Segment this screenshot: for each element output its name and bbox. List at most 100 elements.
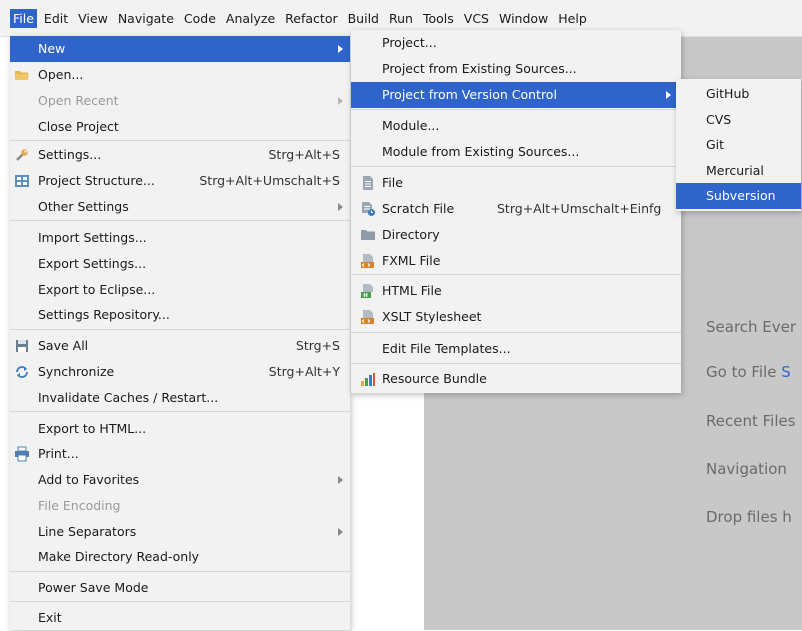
file-menu-synchronize-shortcut: Strg+Alt+Y bbox=[268, 364, 340, 379]
wrench-icon bbox=[14, 147, 30, 163]
separator bbox=[10, 220, 350, 221]
new-menu-project[interactable]: Project... bbox=[351, 30, 681, 56]
file-menu-save-all-shortcut: Strg+S bbox=[295, 338, 340, 353]
menu-run[interactable]: Run bbox=[386, 9, 416, 28]
save-icon bbox=[14, 338, 30, 354]
file-menu-new-label: New bbox=[38, 41, 66, 56]
vcs-menu-github[interactable]: GitHub bbox=[676, 81, 801, 107]
file-menu-settings[interactable]: Settings... Strg+Alt+S bbox=[10, 142, 350, 168]
file-menu-project-structure[interactable]: Project Structure... Strg+Alt+Umschalt+S bbox=[10, 168, 350, 194]
menu-edit[interactable]: Edit bbox=[41, 9, 71, 28]
menu-tools[interactable]: Tools bbox=[420, 9, 457, 28]
new-menu-directory[interactable]: Directory bbox=[351, 222, 681, 248]
vcs-menu-cvs[interactable]: CVS bbox=[676, 107, 801, 133]
file-menu-other-settings[interactable]: Other Settings bbox=[10, 194, 350, 220]
file-menu-export-settings[interactable]: Export Settings... bbox=[10, 251, 350, 277]
file-menu-save-all[interactable]: Save All Strg+S bbox=[10, 333, 350, 359]
new-menu-fxml-file[interactable]: FXML File bbox=[351, 248, 681, 274]
new-menu-project-from-version-control[interactable]: Project from Version Control bbox=[351, 82, 681, 108]
file-menu-export-to-html-label: Export to HTML... bbox=[38, 421, 147, 436]
xslt-file-icon bbox=[360, 309, 376, 325]
file-menu-exit-label: Exit bbox=[38, 610, 62, 625]
menu-build[interactable]: Build bbox=[345, 9, 382, 28]
file-menu-export-to-html[interactable]: Export to HTML... bbox=[10, 416, 350, 442]
menu-file[interactable]: File bbox=[10, 9, 37, 28]
new-menu-module-from-existing-sources[interactable]: Module from Existing Sources... bbox=[351, 139, 681, 165]
new-menu-scratch-file[interactable]: Scratch File Strg+Alt+Umschalt+Einfg bbox=[351, 196, 681, 222]
file-menu-make-directory-read-only[interactable]: Make Directory Read-only bbox=[10, 544, 350, 570]
menu-navigate[interactable]: Navigate bbox=[115, 9, 177, 28]
file-menu-power-save-mode-label: Power Save Mode bbox=[38, 580, 149, 595]
file-menu-settings-repository[interactable]: Settings Repository... bbox=[10, 302, 350, 328]
file-menu-new[interactable]: New bbox=[10, 36, 350, 62]
file-menu-close-project[interactable]: Close Project bbox=[10, 114, 350, 140]
print-icon bbox=[14, 446, 30, 462]
new-menu-project-label: Project... bbox=[382, 35, 437, 50]
file-menu-add-to-favorites[interactable]: Add to Favorites bbox=[10, 467, 350, 493]
separator bbox=[10, 329, 350, 330]
resource-bundle-icon bbox=[360, 371, 376, 387]
separator bbox=[10, 571, 350, 572]
vcs-menu-subversion-label: Subversion bbox=[706, 188, 776, 203]
file-menu-import-settings[interactable]: Import Settings... bbox=[10, 225, 350, 251]
new-menu-edit-file-templates-label: Edit File Templates... bbox=[382, 341, 511, 356]
vcs-menu-github-label: GitHub bbox=[706, 86, 750, 101]
separator bbox=[10, 601, 350, 602]
file-menu-open-recent[interactable]: Open Recent bbox=[10, 88, 350, 114]
new-menu-html-file[interactable]: H HTML File bbox=[351, 278, 681, 304]
hint-go-to-file: Go to File S bbox=[706, 363, 791, 381]
file-menu-file-encoding[interactable]: File Encoding bbox=[10, 493, 350, 519]
file-menu-print[interactable]: Print... bbox=[10, 441, 350, 467]
file-menu-export-settings-label: Export Settings... bbox=[38, 256, 147, 271]
file-menu-synchronize[interactable]: Synchronize Strg+Alt+Y bbox=[10, 359, 350, 385]
separator bbox=[351, 332, 681, 333]
file-menu-export-to-eclipse[interactable]: Export to Eclipse... bbox=[10, 277, 350, 303]
project-structure-icon bbox=[14, 173, 30, 189]
menu-window[interactable]: Window bbox=[496, 9, 551, 28]
menu-vcs[interactable]: VCS bbox=[461, 9, 492, 28]
new-menu-directory-label: Directory bbox=[382, 227, 440, 242]
vcs-menu-subversion[interactable]: Subversion bbox=[676, 183, 801, 209]
new-menu-xslt-stylesheet-label: XSLT Stylesheet bbox=[382, 309, 482, 324]
file-menu-file-encoding-label: File Encoding bbox=[38, 498, 121, 513]
new-menu-project-from-version-control-label: Project from Version Control bbox=[382, 87, 557, 102]
separator bbox=[10, 411, 350, 412]
submenu-arrow-icon bbox=[338, 97, 343, 105]
hint-recent-files: Recent Files bbox=[706, 412, 796, 430]
scratch-file-icon bbox=[360, 201, 376, 217]
separator bbox=[10, 140, 350, 141]
file-menu-other-settings-label: Other Settings bbox=[38, 199, 129, 214]
file-menu-power-save-mode[interactable]: Power Save Mode bbox=[10, 575, 350, 601]
new-menu-scratch-file-label: Scratch File bbox=[382, 201, 455, 216]
file-menu-project-structure-label: Project Structure... bbox=[38, 173, 155, 188]
fxml-file-icon bbox=[360, 253, 376, 269]
new-menu-resource-bundle[interactable]: Resource Bundle bbox=[351, 366, 681, 392]
file-menu-exit[interactable]: Exit bbox=[10, 605, 350, 631]
vcs-menu-mercurial[interactable]: Mercurial bbox=[676, 158, 801, 184]
new-menu-module-label: Module... bbox=[382, 118, 440, 133]
file-menu-line-separators[interactable]: Line Separators bbox=[10, 519, 350, 545]
file-menu-invalidate-caches[interactable]: Invalidate Caches / Restart... bbox=[10, 385, 350, 411]
menu-help[interactable]: Help bbox=[555, 9, 590, 28]
file-menu-settings-label: Settings... bbox=[38, 147, 102, 162]
folder-icon bbox=[14, 67, 30, 83]
submenu-arrow-icon bbox=[338, 476, 343, 484]
new-menu-file[interactable]: File bbox=[351, 170, 681, 196]
new-menu-project-from-existing-sources[interactable]: Project from Existing Sources... bbox=[351, 56, 681, 82]
new-menu-module[interactable]: Module... bbox=[351, 113, 681, 139]
menu-view[interactable]: View bbox=[75, 9, 111, 28]
file-menu-import-settings-label: Import Settings... bbox=[38, 230, 147, 245]
menu-code[interactable]: Code bbox=[181, 9, 219, 28]
hint-go-to-file-text: Go to File bbox=[706, 363, 782, 381]
new-menu-xslt-stylesheet[interactable]: XSLT Stylesheet bbox=[351, 304, 681, 330]
menu-refactor[interactable]: Refactor bbox=[282, 9, 340, 28]
vcs-menu-git[interactable]: Git bbox=[676, 132, 801, 158]
hint-navigation: Navigation bbox=[706, 460, 787, 478]
new-menu-edit-file-templates[interactable]: Edit File Templates... bbox=[351, 336, 681, 362]
menu-analyze[interactable]: Analyze bbox=[223, 9, 278, 28]
file-menu-open[interactable]: Open... bbox=[10, 62, 350, 88]
sync-icon bbox=[14, 364, 30, 380]
file-menu-save-all-label: Save All bbox=[38, 338, 89, 353]
file-menu-line-separators-label: Line Separators bbox=[38, 524, 137, 539]
file-menu-invalidate-caches-label: Invalidate Caches / Restart... bbox=[38, 390, 219, 405]
